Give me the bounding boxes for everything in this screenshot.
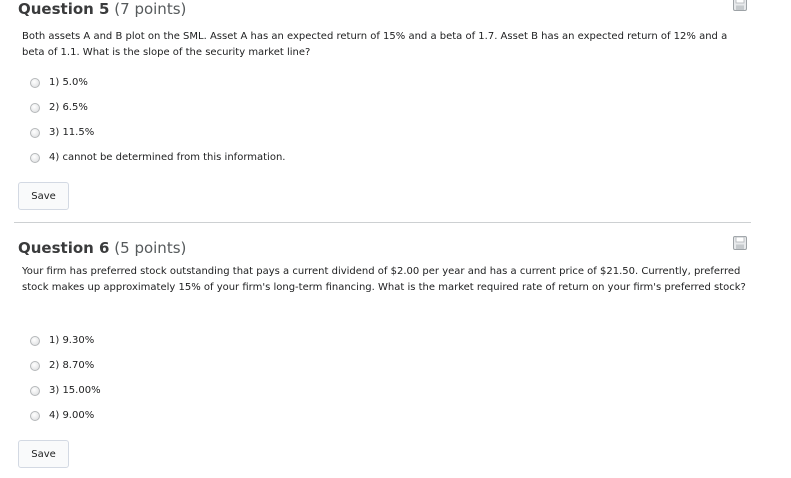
floppy-disk-icon[interactable]: [733, 0, 747, 11]
option-label: 2) 6.5%: [49, 102, 88, 113]
radio-button[interactable]: [30, 385, 40, 396]
question-header: Question 5 (7 points): [0, 0, 752, 25]
radio-button[interactable]: [30, 410, 40, 421]
question-text: Both assets A and B plot on the SML. Ass…: [22, 31, 728, 58]
floppy-disk-icon[interactable]: [733, 236, 747, 250]
radio-button[interactable]: [30, 127, 40, 138]
option-label: 1) 9.30%: [49, 335, 95, 346]
question-points: (7 points): [114, 0, 187, 18]
answer-option[interactable]: 1) 9.30%: [30, 328, 101, 353]
option-label: 3) 15.00%: [49, 385, 101, 396]
question-points: (5 points): [114, 239, 187, 257]
option-label: 3) 11.5%: [49, 127, 95, 138]
option-label: 1) 5.0%: [49, 77, 88, 88]
question-5: Question 5 (7 points) Both assets A and …: [0, 0, 752, 210]
answer-option[interactable]: 2) 6.5%: [30, 95, 285, 120]
answer-option[interactable]: 1) 5.0%: [30, 70, 285, 95]
answer-option[interactable]: 2) 8.70%: [30, 353, 101, 378]
radio-button[interactable]: [30, 102, 40, 113]
answer-option[interactable]: 3) 15.00%: [30, 378, 101, 403]
answer-options: 1) 5.0% 2) 6.5% 3) 11.5% 4) cannot be de…: [30, 70, 285, 170]
option-label: 2) 8.70%: [49, 360, 95, 371]
radio-button[interactable]: [30, 360, 40, 371]
save-button[interactable]: Save: [18, 440, 69, 468]
answer-option[interactable]: 4) 9.00%: [30, 403, 101, 428]
question-header: Question 6 (5 points): [0, 230, 752, 264]
radio-button[interactable]: [30, 335, 40, 346]
answer-options: 1) 9.30% 2) 8.70% 3) 15.00% 4) 9.00%: [30, 328, 101, 428]
radio-button[interactable]: [30, 77, 40, 88]
question-title: Question 6 (5 points): [18, 238, 186, 258]
save-button[interactable]: Save: [18, 182, 69, 210]
question-text: Your firm has preferred stock outstandin…: [22, 266, 746, 293]
question-divider: [14, 222, 751, 223]
option-label: 4) cannot be determined from this inform…: [49, 152, 286, 163]
question-title: Question 5 (7 points): [18, 0, 186, 19]
radio-button[interactable]: [30, 152, 40, 163]
question-6: Question 6 (5 points) Your firm has pref…: [0, 230, 752, 468]
quiz-page: Question 5 (7 points) Both assets A and …: [0, 0, 791, 478]
option-label: 4) 9.00%: [49, 410, 95, 421]
question-label: Question 6: [18, 239, 110, 257]
answer-option[interactable]: 3) 11.5%: [30, 120, 285, 145]
answer-option[interactable]: 4) cannot be determined from this inform…: [30, 145, 285, 170]
question-label: Question 5: [18, 0, 110, 18]
